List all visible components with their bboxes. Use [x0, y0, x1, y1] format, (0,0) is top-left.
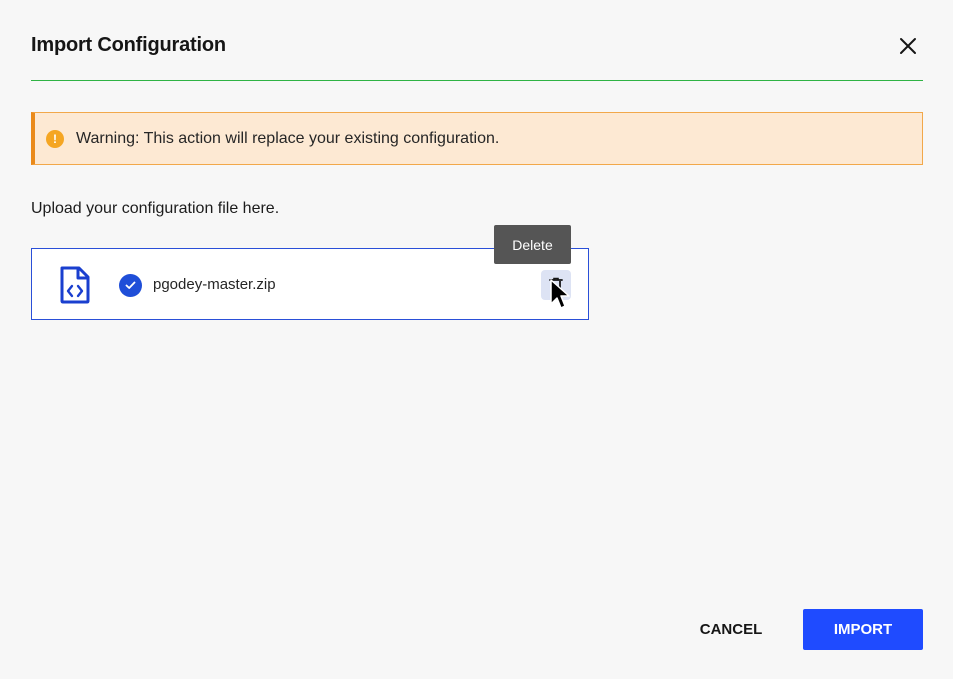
delete-tooltip: Delete	[494, 225, 571, 264]
import-configuration-dialog: Import Configuration ! Warning: This act…	[0, 0, 953, 679]
code-file-icon	[60, 266, 90, 304]
check-circle-icon	[119, 274, 142, 297]
dialog-header: Import Configuration	[31, 32, 923, 80]
warning-banner: ! Warning: This action will replace your…	[31, 112, 923, 165]
mouse-pointer-icon	[550, 279, 570, 309]
warning-text: Warning: This action will replace your e…	[76, 129, 500, 147]
dialog-title: Import Configuration	[31, 34, 226, 56]
close-icon	[900, 38, 916, 54]
header-divider	[31, 80, 923, 81]
close-button[interactable]	[895, 33, 921, 59]
import-button[interactable]: IMPORT	[803, 609, 923, 650]
warning-icon: !	[46, 129, 64, 148]
cancel-button[interactable]: CANCEL	[681, 609, 781, 650]
upload-label: Upload your configuration file here.	[31, 200, 280, 217]
file-name: pgodey-master.zip	[153, 276, 276, 293]
